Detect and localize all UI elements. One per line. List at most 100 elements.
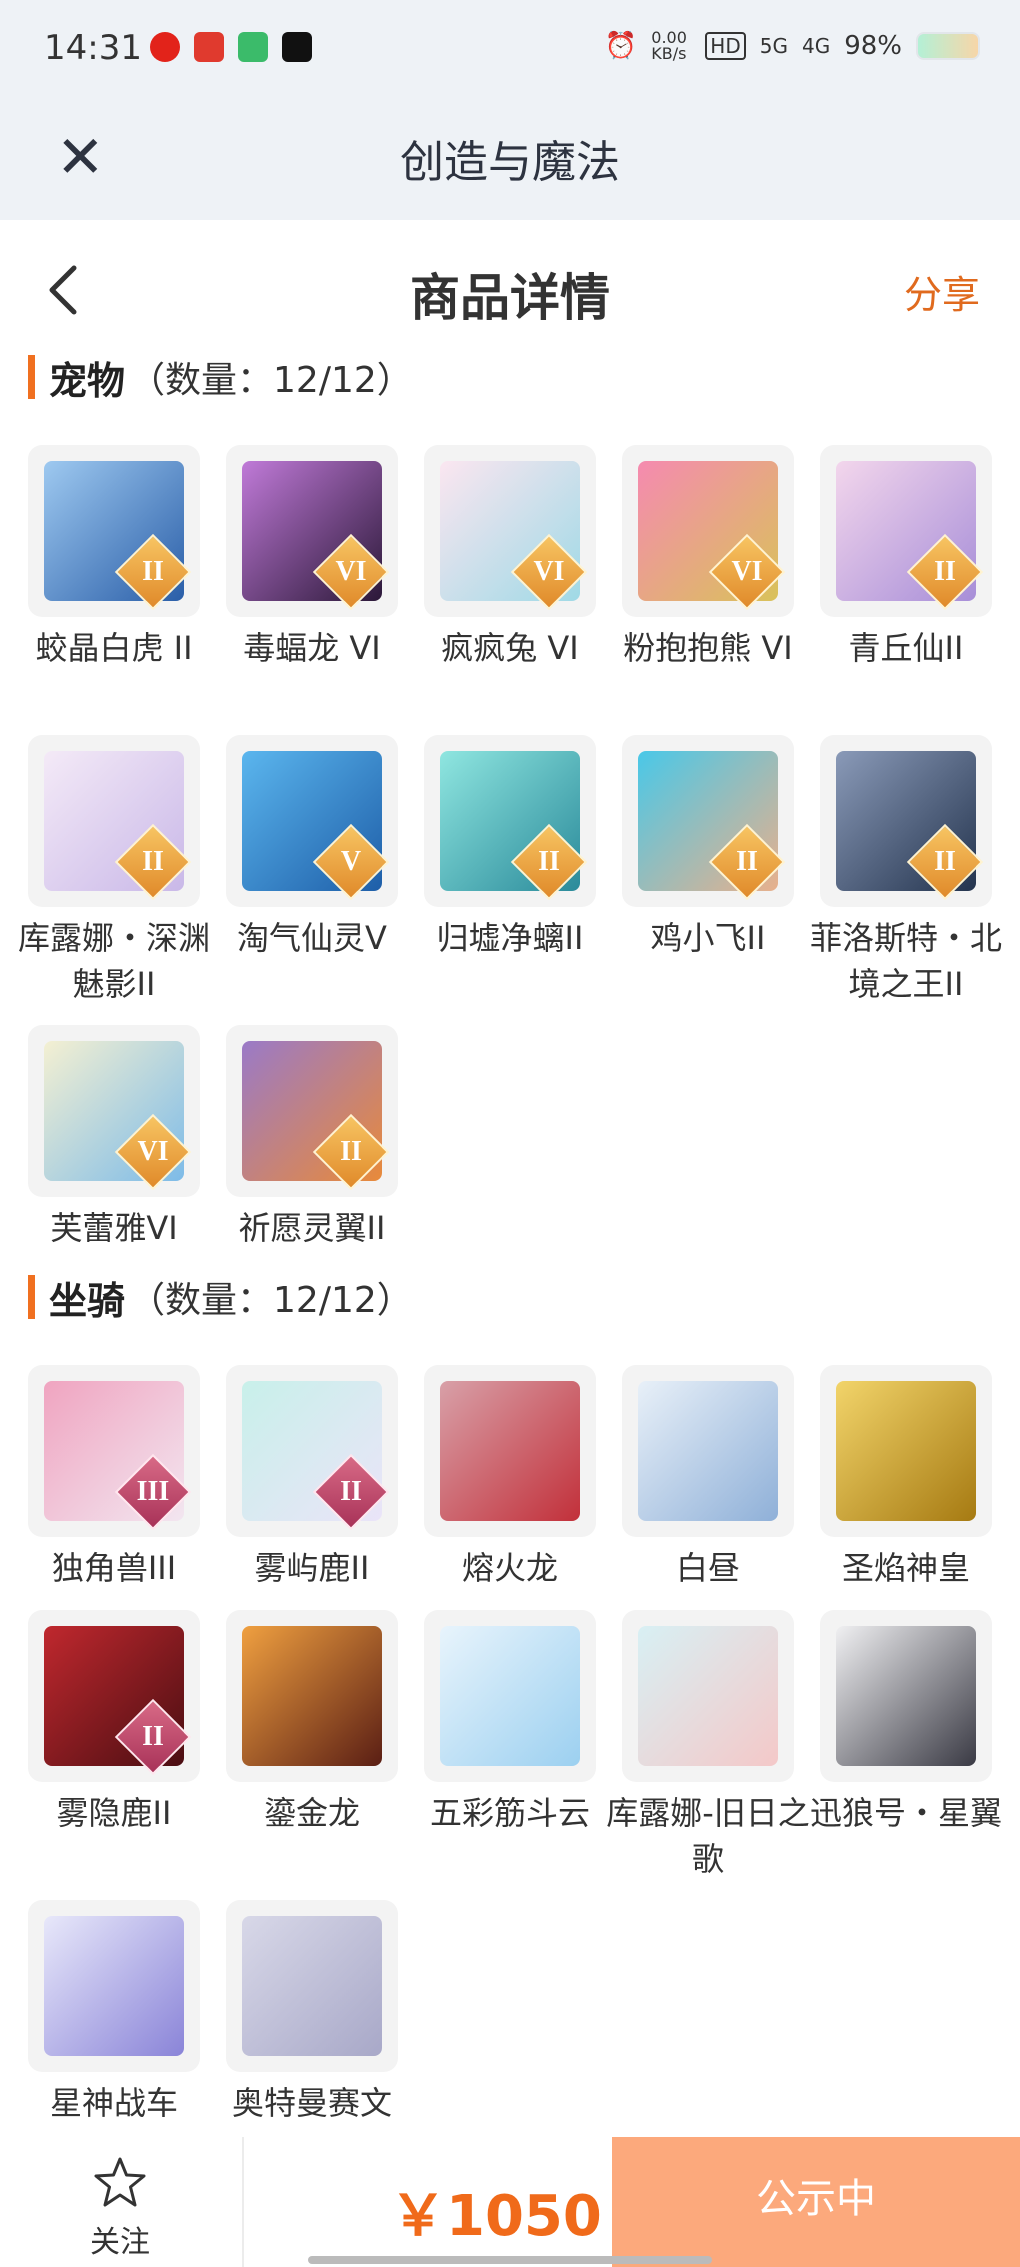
item-name: 独角兽III: [51, 1549, 177, 1587]
item-thumbnail[interactable]: III: [28, 1365, 200, 1537]
tiktok-icon: [282, 32, 312, 62]
item-card[interactable]: II 青丘仙II: [820, 445, 992, 671]
item-thumbnail[interactable]: [622, 1610, 794, 1782]
item-artwork: [242, 1916, 382, 2056]
item-artwork: [638, 1381, 778, 1521]
item-thumbnail[interactable]: VI: [226, 445, 398, 617]
rank-badge-label: VI: [533, 556, 565, 587]
rank-badge-label: II: [340, 1476, 362, 1507]
section-accent-bar: [28, 1275, 35, 1319]
item-thumbnail[interactable]: VI: [622, 445, 794, 617]
item-thumbnail[interactable]: [622, 1365, 794, 1537]
rank-badge-label: VI: [137, 1136, 169, 1167]
item-name: 蛟晶白虎 II: [35, 629, 193, 667]
item-name: 迅狼号・星翼: [809, 1794, 1002, 1832]
item-name: 淘气仙灵V: [237, 919, 387, 957]
follow-label: 关注: [90, 2225, 150, 2260]
publicity-button[interactable]: 公示中: [612, 2137, 1020, 2267]
hd-indicator: HD: [705, 32, 746, 60]
section-label: 坐骑: [49, 1278, 126, 1323]
item-name: 五彩筋斗云: [429, 1794, 590, 1832]
item-card[interactable]: 五彩筋斗云: [424, 1610, 596, 1836]
item-name: 白昼: [675, 1549, 740, 1587]
item-card[interactable]: V 淘气仙灵V: [226, 735, 398, 961]
item-thumbnail[interactable]: II: [424, 735, 596, 907]
item-card[interactable]: II 库露娜・深渊魅影II: [18, 735, 210, 1007]
item-card[interactable]: 鎏金龙: [226, 1610, 398, 1836]
signal-5g-icon: 5G: [759, 34, 788, 58]
item-card[interactable]: II 鸡小飞II: [622, 735, 794, 961]
item-card[interactable]: 星神战车: [28, 1900, 200, 2126]
item-thumbnail[interactable]: II: [28, 1610, 200, 1782]
item-thumbnail[interactable]: [226, 1610, 398, 1782]
item-card[interactable]: 迅狼号・星翼: [810, 1610, 1002, 1836]
net-speed: 0.00 KB/s: [651, 28, 687, 63]
status-bar: 14:31 ⏰ 0.00 KB/s HD 5G 4G 98%: [0, 0, 1020, 100]
item-thumbnail[interactable]: II: [820, 445, 992, 617]
follow-button[interactable]: 关注: [60, 2155, 180, 2261]
item-card[interactable]: 库露娜-旧日之歌: [606, 1610, 810, 1882]
item-thumbnail[interactable]: II: [226, 1365, 398, 1537]
item-thumbnail[interactable]: [820, 1610, 992, 1782]
home-indicator[interactable]: [308, 2256, 712, 2264]
item-card[interactable]: II 归墟净螭II: [424, 735, 596, 961]
page-header: 商品详情 分享: [0, 220, 1020, 350]
item-thumbnail[interactable]: [820, 1365, 992, 1537]
item-card[interactable]: II 雾隐鹿II: [28, 1610, 200, 1836]
item-thumbnail[interactable]: [424, 1365, 596, 1537]
item-thumbnail[interactable]: VI: [28, 1025, 200, 1197]
item-thumbnail[interactable]: II: [28, 445, 200, 617]
rank-badge-label: VI: [335, 556, 367, 587]
rank-badge-label: II: [142, 556, 164, 587]
item-artwork: [836, 1626, 976, 1766]
item-name: 圣焰神皇: [841, 1549, 970, 1587]
app-notification-icon: [150, 32, 180, 62]
signal-4g-icon: 4G: [801, 34, 831, 58]
status-time: 14:31: [44, 28, 142, 68]
item-thumbnail[interactable]: II: [820, 735, 992, 907]
item-card[interactable]: 奥特曼赛文: [226, 1900, 398, 2126]
item-card[interactable]: III 独角兽III: [28, 1365, 200, 1591]
page-title: 商品详情: [410, 269, 610, 327]
item-thumbnail[interactable]: [226, 1900, 398, 2072]
item-card[interactable]: VI 芙蕾雅VI: [28, 1025, 200, 1251]
item-thumbnail[interactable]: VI: [424, 445, 596, 617]
rank-badge-label: VI: [731, 556, 763, 587]
pets-section-title: 宠物 （数量：12/12）: [28, 352, 413, 403]
item-thumbnail[interactable]: [28, 1900, 200, 2072]
item-card[interactable]: VI 疯疯兔 VI: [424, 445, 596, 671]
item-artwork: [242, 1626, 382, 1766]
item-name: 归墟净螭II: [436, 919, 584, 957]
item-card[interactable]: 熔火龙: [424, 1365, 596, 1591]
item-name: 星神战车: [49, 2084, 178, 2122]
item-card[interactable]: II 菲洛斯特・北境之王II: [810, 735, 1002, 1007]
item-thumbnail[interactable]: [424, 1610, 596, 1782]
item-artwork: [638, 1626, 778, 1766]
item-thumbnail[interactable]: II: [28, 735, 200, 907]
item-card[interactable]: VI 粉抱抱熊 VI: [622, 445, 794, 671]
item-artwork: [836, 1381, 976, 1521]
app-notification-icon: [194, 32, 224, 62]
item-name: 奥特曼赛文: [231, 2084, 392, 2122]
item-card[interactable]: II 蛟晶白虎 II: [28, 445, 200, 671]
section-count: （数量：12/12）: [129, 1280, 413, 1321]
item-card[interactable]: VI 毒蝠龙 VI: [226, 445, 398, 671]
app-header: ✕ 创造与魔法: [0, 100, 1020, 220]
share-button[interactable]: 分享: [904, 264, 980, 319]
item-card[interactable]: 白昼: [622, 1365, 794, 1591]
item-name: 菲洛斯特・北境之王II: [809, 919, 1002, 1003]
item-thumbnail[interactable]: II: [226, 1025, 398, 1197]
item-name: 熔火龙: [461, 1549, 558, 1587]
status-app-icons: [150, 32, 312, 62]
item-artwork: [440, 1626, 580, 1766]
item-name: 库露娜・深渊魅影II: [17, 919, 210, 1003]
mounts-section-title: 坐骑 （数量：12/12）: [28, 1272, 413, 1323]
item-card[interactable]: II 祈愿灵翼II: [226, 1025, 398, 1251]
item-name: 鸡小飞II: [650, 919, 766, 957]
item-card[interactable]: 圣焰神皇: [820, 1365, 992, 1591]
item-card[interactable]: II 雾屿鹿II: [226, 1365, 398, 1591]
app-title: 创造与魔法: [400, 137, 620, 188]
item-thumbnail[interactable]: V: [226, 735, 398, 907]
item-thumbnail[interactable]: II: [622, 735, 794, 907]
item-name: 雾屿鹿II: [254, 1549, 370, 1587]
